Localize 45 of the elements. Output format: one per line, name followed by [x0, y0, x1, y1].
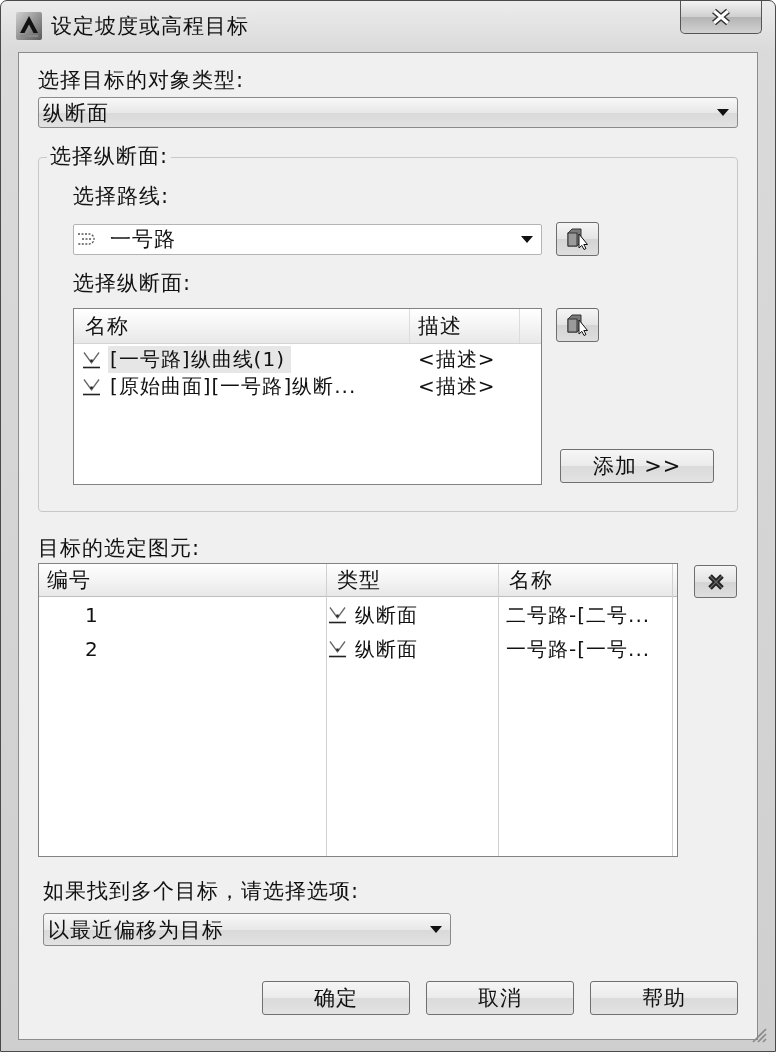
field-label: 目标的选定图元:	[38, 536, 201, 560]
table-cell-text: 纵断面	[355, 602, 418, 629]
dialog-title: 设定坡度或高程目标	[51, 13, 249, 39]
box-cursor-icon	[566, 314, 589, 336]
app-icon	[16, 12, 42, 40]
v-curve-icon	[329, 606, 346, 624]
delete-button[interactable]	[694, 565, 737, 598]
profile-description: <描述>	[417, 373, 496, 400]
target-option-dropdown[interactable]: 以最近偏移为目标	[43, 913, 451, 946]
profile-description: <描述>	[417, 346, 496, 373]
profile-item[interactable]: [原始曲面][一号路]纵断...	[108, 373, 363, 400]
table-cell-text: 二号路-[二号...	[506, 602, 651, 629]
object-type-dropdown[interactable]: 纵断面	[38, 97, 738, 128]
v-curve-icon	[329, 640, 346, 658]
field-label: 选择目标的对象类型:	[38, 68, 245, 92]
table-cell-text: 2	[85, 636, 99, 663]
column-header[interactable]: 描述	[410, 309, 520, 343]
table-cell-text: 纵断面	[355, 636, 418, 663]
route-icon	[78, 233, 96, 245]
caret-icon	[521, 235, 533, 243]
close-button[interactable]	[680, 1, 762, 34]
field-label: 如果找到多个目标，请选择选项:	[43, 879, 360, 903]
pick-button[interactable]	[556, 308, 599, 342]
delete-icon	[705, 572, 726, 591]
box-cursor-icon	[566, 228, 589, 250]
pick-button[interactable]	[556, 222, 599, 256]
field-label: 选择纵断面:	[73, 271, 192, 295]
column-header[interactable]: 名称	[74, 309, 410, 343]
profile-list[interactable]: 名称 描述 [一号路]纵曲线(1) <描述> [原始曲面][一号路]纵断... <描述>	[73, 308, 542, 485]
table-cell-text: 1	[85, 602, 99, 629]
profile-item[interactable]: [一号路]纵曲线(1)	[108, 346, 291, 373]
v-curve-icon	[83, 350, 100, 369]
add-button[interactable]: 添加 >>	[560, 449, 714, 483]
dialog-button[interactable]: 确定	[262, 981, 410, 1015]
field-label: 选择路线:	[73, 184, 170, 208]
v-curve-icon	[83, 377, 100, 396]
route-dropdown[interactable]: 一号路	[73, 223, 542, 255]
resize-grip-icon[interactable]	[751, 1027, 767, 1043]
group-title: 选择纵断面:	[47, 144, 172, 168]
close-icon	[710, 8, 732, 26]
caret-icon	[717, 109, 729, 116]
dialog-button[interactable]: 帮助	[590, 981, 738, 1015]
dialog-button[interactable]: 取消	[426, 981, 574, 1015]
caret-icon	[430, 926, 442, 933]
table-cell-text: 一号路-[一号...	[506, 636, 651, 663]
